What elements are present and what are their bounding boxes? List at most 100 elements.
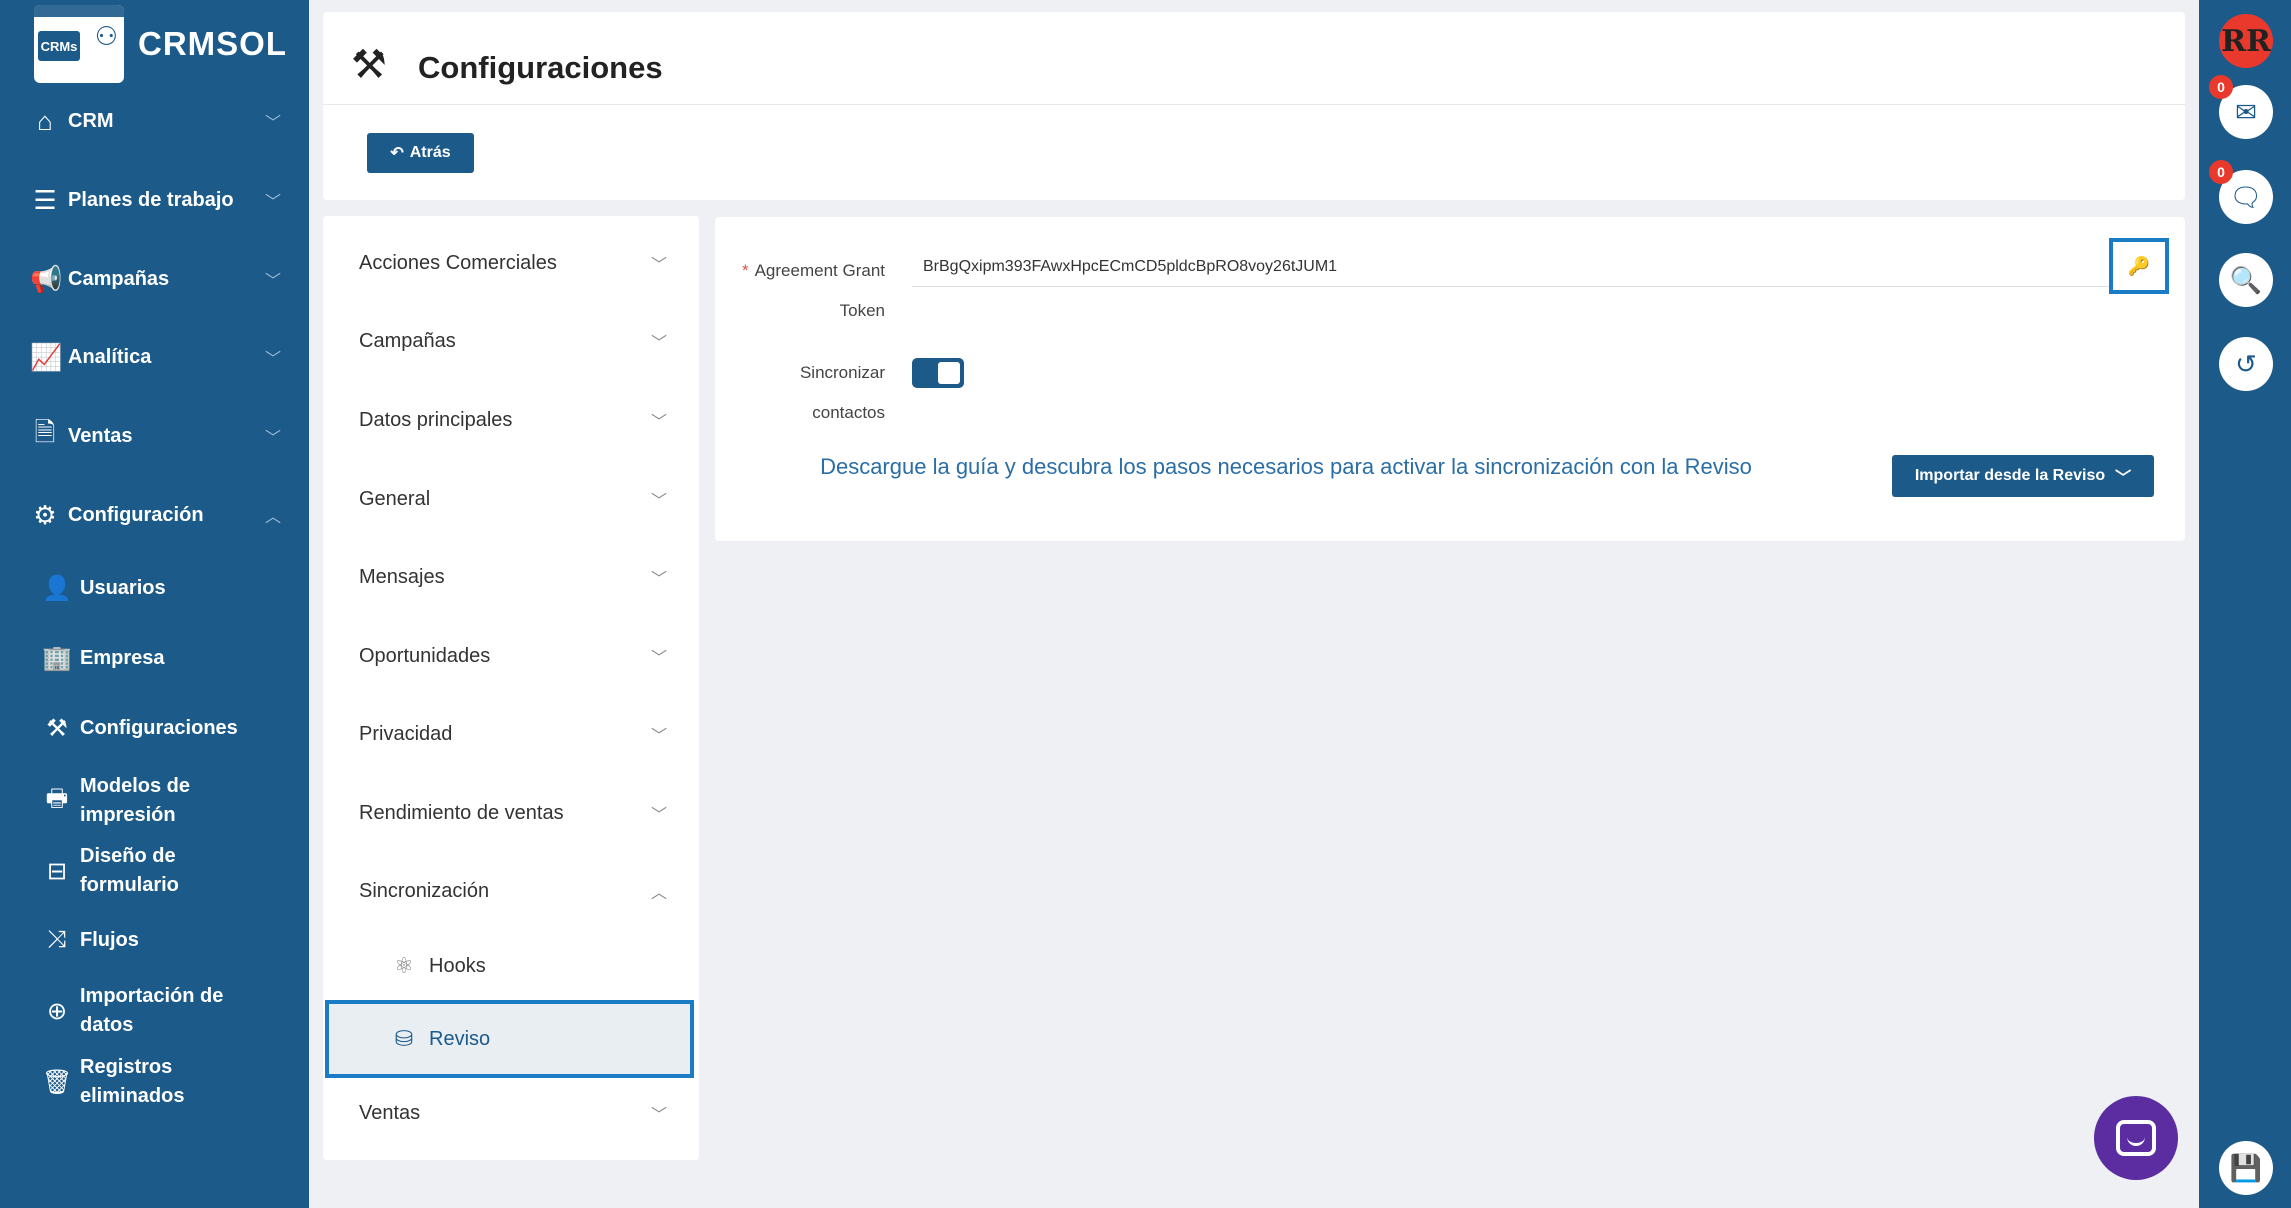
menu-section-label: Rendimiento de ventas — [359, 801, 564, 824]
download-guide-link[interactable]: Descargue la guía y descubra los pasos n… — [755, 453, 1817, 481]
menu-section-general[interactable]: General ﹀ — [323, 469, 699, 529]
printer-icon: 🖶 — [45, 784, 69, 812]
required-marker: * — [741, 261, 749, 280]
menu-section-oportunidades[interactable]: Oportunidades ﹀ — [323, 626, 699, 686]
sidebar-item-configuracion[interactable]: ⚙ Configuración ︿ — [0, 485, 309, 545]
sidebar-subitem-label: Modelos de impresión — [80, 775, 191, 826]
brand-name: CRMSOL — [138, 25, 287, 62]
sidebar-item-label: Campañas — [68, 267, 170, 290]
reviso-settings-form: *Agreement Grant Token 🔑 Sincronizar con… — [715, 217, 2185, 541]
sidebar-item-campanas[interactable]: 📢 Campañas ﹀ — [0, 249, 309, 309]
config-menu: Acciones Comerciales ﹀ Campañas ﹀ Datos … — [323, 216, 699, 1160]
sidebar-item-label: Configuración — [68, 503, 204, 526]
chevron-down-icon: ﹀ — [650, 650, 667, 667]
chevron-down-icon: ﹀ — [650, 493, 667, 510]
history-button[interactable]: ↺ — [2219, 337, 2273, 391]
menu-section-sincronizacion[interactable]: Sincronización ︿ — [323, 861, 699, 921]
sidebar-subitem-modelos[interactable]: 🖶 Modelos de impresión — [0, 771, 309, 831]
toggle-knob — [938, 362, 960, 384]
sidebar-subitem-label: Diseño de formulario — [80, 845, 179, 896]
menu-section-mensajes[interactable]: Mensajes ﹀ — [323, 547, 699, 607]
menu-section-privacidad[interactable]: Privacidad ﹀ — [323, 704, 699, 764]
sidebar-item-ventas[interactable]: 🗎 Ventas ﹀ — [0, 406, 309, 466]
users-icon: 👤 — [42, 574, 72, 602]
atom-icon: ⚛ — [394, 953, 414, 978]
sidebar-subitem-registros[interactable]: 🗑 Registros eliminados — [0, 1052, 309, 1112]
import-from-reviso-button[interactable]: Importar desde la Reviso ﹀ — [1892, 455, 2154, 497]
mail-button[interactable]: ✉ 0 — [2209, 75, 2273, 139]
chevron-down-icon: ﹀ — [650, 335, 667, 352]
sidebar-subitem-configuraciones[interactable]: ⚒ Configuraciones — [0, 708, 309, 748]
chat-button[interactable]: 🗨 0 — [2209, 160, 2273, 224]
chevron-down-icon: ﹀ — [264, 273, 281, 290]
chevron-down-icon: ﹀ — [650, 807, 667, 824]
brand-logo-text: CRMs — [38, 31, 80, 61]
sidebar-item-planes[interactable]: ☰ Planes de trabajo ﹀ — [0, 170, 309, 230]
search-icon: 🔍 — [2229, 264, 2263, 295]
menu-item-hooks[interactable]: ⚛ Hooks — [323, 936, 699, 996]
support-chat-button[interactable] — [2094, 1096, 2178, 1180]
chevron-down-icon: ﹀ — [650, 257, 667, 274]
chat-icon — [2116, 1120, 2156, 1156]
people-icon: ⚇ — [94, 21, 118, 51]
flow-icon: ⤨ — [47, 926, 67, 953]
menu-section-ventas[interactable]: Ventas ﹀ — [323, 1083, 699, 1143]
home-icon: ⌂ — [37, 105, 53, 136]
right-rail: RR ✉ 0 🗨 0 🔍 ↺ 💾 — [2199, 0, 2291, 1208]
chevron-down-icon: ﹀ — [650, 414, 667, 431]
chevron-down-icon: ﹀ — [264, 430, 281, 447]
sidebar-subitem-importacion[interactable]: ⊕ Importación de datos — [0, 981, 309, 1041]
history-icon: ↺ — [2235, 348, 2257, 379]
menu-section-label: Campañas — [359, 329, 456, 352]
chevron-down-icon: ﹀ — [264, 351, 281, 368]
undo-icon: ↶ — [390, 145, 404, 162]
sidebar-subitem-empresa[interactable]: 🏢 Empresa — [0, 638, 309, 678]
chart-icon: 📈 — [30, 341, 63, 372]
avatar[interactable]: RR — [2219, 14, 2273, 68]
sidebar-subitem-diseno[interactable]: ⊟ Diseño de formulario — [0, 841, 309, 901]
sidebar-item-label: CRM — [68, 109, 114, 132]
back-button[interactable]: ↶ Atrás — [367, 133, 474, 173]
save-button[interactable]: 💾 — [2219, 1141, 2273, 1195]
chevron-down-icon: ﹀ — [650, 728, 667, 745]
sidebar-subitem-label: Registros eliminados — [80, 1056, 185, 1107]
sidebar-item-crm[interactable]: ⌂ CRM ﹀ — [0, 91, 309, 151]
megaphone-icon: 📢 — [30, 263, 63, 294]
search-button[interactable]: 🔍 — [2219, 253, 2273, 307]
brand[interactable]: CRMs ⚇ CRMSOL — [34, 5, 287, 83]
mail-icon: ✉ — [2235, 96, 2257, 127]
menu-section-campanas[interactable]: Campañas ﹀ — [323, 311, 699, 371]
sync-contacts-label: Sincronizar contactos — [799, 363, 885, 422]
menu-section-label: Acciones Comerciales — [359, 251, 557, 274]
sidebar-subitem-usuarios[interactable]: 👤 Usuarios — [0, 568, 309, 608]
key-button[interactable]: 🔑 — [2109, 238, 2169, 294]
menu-section-datos[interactable]: Datos principales ﹀ — [323, 390, 699, 450]
sidebar-subitem-label: Flujos — [80, 928, 139, 951]
tools-icon: ⚒ — [351, 43, 387, 87]
menu-section-acciones[interactable]: Acciones Comerciales ﹀ — [323, 233, 699, 293]
sidebar-subitem-flujos[interactable]: ⤨ Flujos — [0, 920, 309, 960]
menu-item-reviso[interactable]: ⛁ Reviso — [325, 1000, 694, 1078]
database-icon: ⛁ — [394, 1026, 414, 1051]
import-icon: ⊕ — [46, 997, 68, 1025]
menu-section-label: Mensajes — [359, 565, 445, 588]
chevron-down-icon: ﹀ — [2115, 470, 2132, 487]
menu-section-label: Oportunidades — [359, 644, 491, 667]
sync-contacts-toggle[interactable] — [912, 358, 964, 388]
sidebar-item-analitica[interactable]: 📈 Analítica ﹀ — [0, 327, 309, 387]
chevron-up-icon: ︿ — [650, 885, 667, 902]
mail-badge: 0 — [2209, 75, 2233, 99]
save-icon: 💾 — [2229, 1152, 2263, 1183]
menu-section-rendimiento[interactable]: Rendimiento de ventas ﹀ — [323, 783, 699, 843]
menu-item-label: Reviso — [429, 1027, 491, 1050]
menu-section-label: Datos principales — [359, 408, 513, 431]
chat-badge: 0 — [2209, 160, 2233, 184]
agreement-grant-token-input[interactable] — [912, 247, 2112, 287]
brand-logo: CRMs ⚇ — [34, 5, 124, 83]
sidebar-subitem-label: Empresa — [80, 646, 165, 669]
menu-section-label: General — [359, 487, 431, 510]
key-icon: 🔑 — [2127, 255, 2151, 276]
token-field-label: * Agreement Grant Token — [741, 261, 885, 320]
back-button-label: Atrás — [409, 144, 451, 161]
page-title: Configuraciones — [418, 50, 663, 85]
